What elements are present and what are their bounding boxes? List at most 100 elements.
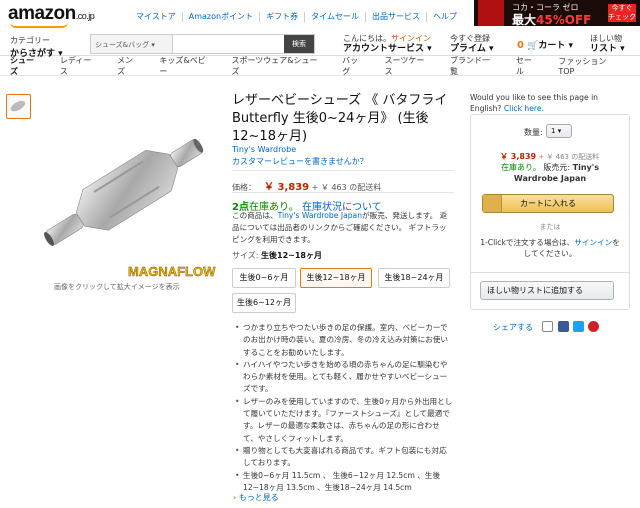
buybox-stock: 在庫あり。 販売元: Tiny's Wardrobe Japan [478, 162, 622, 184]
cola-can-icon [478, 0, 504, 26]
facebook-icon[interactable] [558, 321, 569, 332]
top-link[interactable]: ギフト券 [260, 12, 306, 22]
account-text: アカウントサービス [343, 44, 425, 54]
add-to-wishlist-button[interactable]: ほしい物リストに追加する [480, 281, 614, 300]
category-menu[interactable]: カテゴリーからさがす ▾ [10, 35, 63, 59]
see-more-text: もっと見る [238, 493, 279, 502]
promo-value: 45%OFF [536, 13, 592, 26]
chevron-right-icon: › [233, 493, 237, 502]
promo-banner[interactable]: コカ・コーラ ゼロ 最大45%OFF 今すぐ チェック [474, 0, 640, 26]
nav-item[interactable]: ファッションTOP [558, 56, 621, 76]
size-label-text: サイズ: [232, 251, 259, 260]
shipping-fee: + ￥ 463 の配送料 [311, 183, 382, 192]
quantity-value: 1 [551, 127, 556, 135]
wishlist-text: リスト [590, 44, 618, 54]
cart-count: 0 [517, 40, 524, 51]
cart-label: カート [538, 41, 566, 51]
cart-button[interactable]: 0 🛒カート ▾ [511, 38, 573, 51]
cart-icon: 🛒 [527, 41, 539, 51]
quantity-label: 数量: [524, 128, 543, 137]
prime-text: プライム [450, 44, 486, 54]
price-row: 価格： ￥ 3,839 + ￥ 463 の配送料 [232, 178, 381, 193]
promo-prefix: 最大 [512, 13, 537, 26]
buybox-price-value: ￥ 3,839 [500, 152, 537, 161]
nav-item[interactable]: バッグ [342, 55, 365, 77]
price-label: 価格： [232, 183, 256, 192]
search-dropdown-label: シューズ&バッグ [95, 41, 150, 49]
account-label: アカウントサービス ▾ [343, 44, 432, 54]
wishlist-small: ほしい物 [590, 34, 622, 43]
search-bar: シューズ&バッグ ▾ 検索 [90, 34, 315, 54]
search-dropdown[interactable]: シューズ&バッグ ▾ [91, 35, 173, 53]
size-option-selected[interactable]: 生後12~18ヶ月 [300, 268, 372, 288]
cart-icon [483, 195, 502, 212]
top-link[interactable]: マイストア [130, 12, 183, 22]
size-option[interactable]: 生後18~24ヶ月 [378, 268, 450, 288]
nav-item[interactable]: ブランド一覧 [450, 55, 497, 77]
product-image[interactable]: MAGNAFLOW [36, 118, 216, 279]
size-option[interactable]: 生後0~6ヶ月 [232, 268, 296, 288]
divider [471, 272, 629, 273]
share-label: シェアする [493, 323, 533, 332]
top-link[interactable]: 出品サービス [366, 12, 427, 22]
feature-bullets: つかまり立ちやつたい歩きの足の保護。室内、ベビーカーでのお出かけ時の装い。夏の冷… [233, 322, 453, 494]
english-prompt: Would you like to see this page in Engli… [470, 92, 630, 114]
nav-item[interactable]: キッズ&ベビー [159, 55, 212, 77]
category-big: からさがす ▾ [10, 49, 63, 59]
image-caption: 画像をクリックして拡大イメージを表示 [54, 283, 180, 291]
brand-link[interactable]: Tiny's Wardrobe [232, 145, 296, 154]
buybox-stock-text: 在庫あり。 [501, 163, 541, 172]
logo-text: amazon [8, 3, 76, 24]
wishlist-menu[interactable]: ほしい物 リスト ▾ [590, 34, 625, 54]
wishlist-label: リスト ▾ [590, 44, 625, 54]
twitter-icon[interactable] [573, 321, 584, 332]
email-icon[interactable] [542, 321, 553, 332]
buybox-shipping: + ￥ 463 の配送料 [538, 153, 600, 161]
size-value: 生後12~18ヶ月 [261, 251, 322, 260]
product-title: レザーベビーシューズ 《 バタフライ Butterfly 生後0~24ヶ月》 (… [232, 93, 448, 144]
top-links: マイストア Amazonポイント ギフト券 タイムセール 出品サービス ヘルプ [130, 12, 463, 22]
signin-link: サインイン [391, 34, 431, 43]
promo-line2: 最大45%OFF [512, 11, 591, 26]
see-more-link[interactable]: › もっと見る [233, 492, 279, 503]
prime-label: プライム ▾ [450, 44, 494, 54]
nav-item[interactable]: スポーツウェア&シューズ [231, 55, 323, 77]
size-label: サイズ: 生後12~18ヶ月 [232, 250, 322, 261]
quantity-select[interactable]: 1 ▾ [546, 124, 572, 138]
size-option[interactable]: 生後6~12ヶ月 [232, 293, 296, 313]
feature-bullet: つかまり立ちやつたい歩きの足の保護。室内、ベビーカーでのお出かけ時の装い。夏の冷… [235, 322, 453, 359]
feature-bullet: レザーのみを使用していますので、生後0ヶ月から外出用として履いていただけます。『… [235, 396, 453, 445]
account-menu[interactable]: こんにちは。サインイン アカウントサービス ▾ [343, 34, 432, 54]
nav-item[interactable]: セール [516, 55, 539, 77]
image-thumbnail[interactable] [6, 94, 31, 119]
top-link[interactable]: Amazonポイント [183, 12, 261, 22]
greeting: こんにちは。 [343, 34, 391, 43]
feature-bullet: 生後0~6ヶ月 11.5cm 、 生後6~12ヶ月 12.5cm 、生後12~1… [235, 470, 453, 495]
buybox-price: ￥ 3,839 + ￥ 463 の配送料 [500, 151, 599, 162]
write-review-link[interactable]: カスタマーレビューを書きませんか？ [232, 156, 368, 167]
search-button[interactable]: 検索 [284, 35, 314, 53]
top-header: amazon.co.jp マイストア Amazonポイント ギフト券 タイムセー… [0, 0, 640, 59]
top-link[interactable]: ヘルプ [427, 12, 463, 22]
english-link[interactable]: Click here. [504, 104, 544, 113]
promo-badge: 今すぐ チェック [608, 4, 636, 22]
add-to-cart-label: カートに入れる [520, 199, 576, 208]
pinterest-icon[interactable] [588, 321, 599, 332]
nav-item[interactable]: メンズ [117, 55, 140, 77]
divider [232, 192, 454, 193]
oneclick-signin-link[interactable]: サインイン [574, 238, 612, 247]
sold-prefix: この商品は、 [232, 211, 278, 220]
add-to-cart-button[interactable]: カートに入れる [482, 194, 614, 213]
top-link[interactable]: タイムセール [305, 12, 366, 22]
seller-link[interactable]: Tiny's Wardrobe Japan [278, 211, 362, 220]
or-divider: または [539, 223, 561, 231]
oneclick-prefix: 1-Clickで注文する場合は、 [480, 238, 575, 247]
sold-by-text: この商品は、Tiny's Wardrobe Japanが販売、発送します。 返品… [232, 210, 452, 246]
search-input[interactable] [173, 35, 284, 53]
category-nav: シューズ レディース メンズ キッズ&ベビー スポーツウェア&シューズ バッグ … [0, 56, 640, 76]
nav-item[interactable]: レディース [60, 55, 98, 77]
category-small: カテゴリー [10, 36, 50, 45]
nav-item[interactable]: スーツケース [385, 55, 431, 77]
logo-domain: .co.jp [75, 11, 95, 21]
prime-menu[interactable]: 今すぐ登録 プライム ▾ [450, 34, 493, 54]
